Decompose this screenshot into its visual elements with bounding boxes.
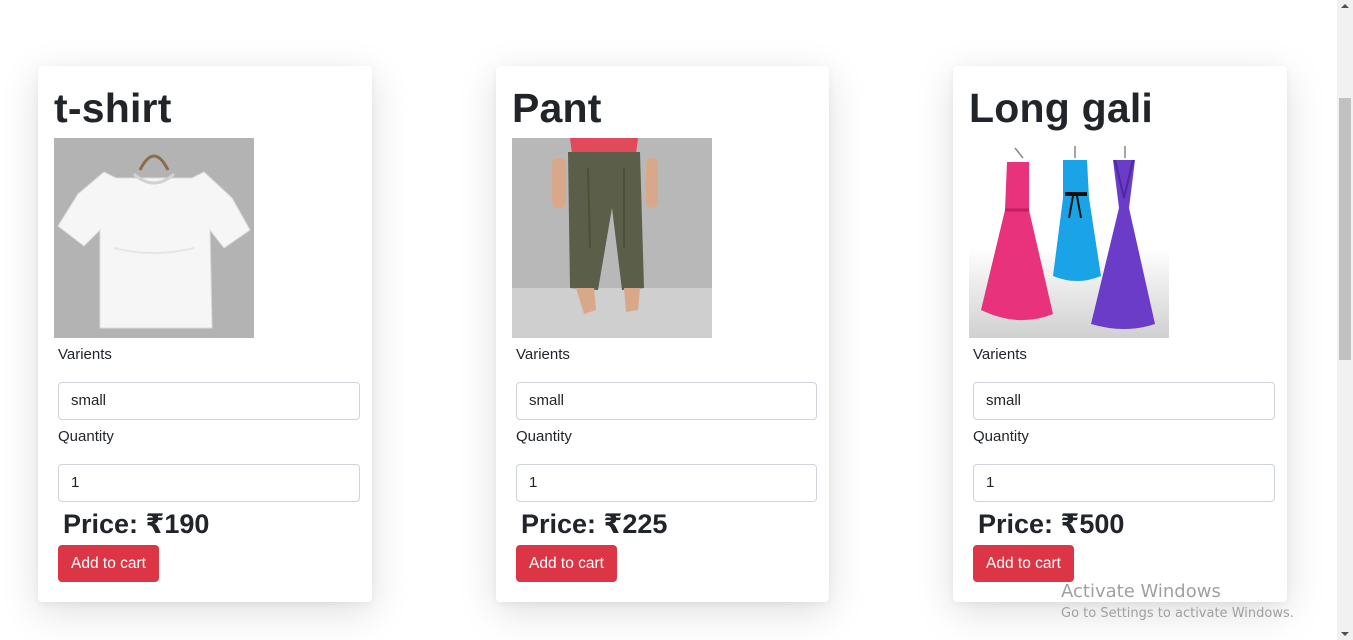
variant-select[interactable]: small bbox=[973, 382, 1275, 420]
quantity-select[interactable]: 1 bbox=[973, 464, 1275, 502]
product-card: t-shirt Varients small Quantity 1 Price:… bbox=[38, 66, 372, 602]
quantity-label: Quantity bbox=[516, 428, 572, 445]
variant-select[interactable]: small bbox=[516, 382, 817, 420]
product-image bbox=[54, 138, 254, 338]
add-to-cart-button[interactable]: Add to cart bbox=[58, 545, 159, 582]
variant-select[interactable]: small bbox=[58, 382, 360, 420]
watermark-title: Activate Windows bbox=[1061, 581, 1221, 602]
scroll-down-arrow-icon[interactable] bbox=[1341, 632, 1349, 636]
watermark-subtitle: Go to Settings to activate Windows. bbox=[1061, 606, 1294, 621]
product-card: Pant Varients small Quantity 1 Price: ₹2… bbox=[496, 66, 829, 602]
variants-label: Varients bbox=[58, 346, 112, 363]
product-image bbox=[969, 138, 1169, 338]
quantity-label: Quantity bbox=[58, 428, 114, 445]
product-title: Pant bbox=[512, 85, 602, 131]
product-price: Price: ₹190 bbox=[63, 509, 210, 539]
product-price: Price: ₹225 bbox=[521, 509, 668, 539]
product-price: Price: ₹500 bbox=[978, 509, 1125, 539]
scroll-up-arrow-icon[interactable] bbox=[1341, 4, 1349, 8]
variants-label: Varients bbox=[516, 346, 570, 363]
activation-watermark: Activate Windows Go to Settings to activ… bbox=[1061, 581, 1294, 624]
scrollbar-thumb[interactable] bbox=[1339, 98, 1351, 360]
quantity-select[interactable]: 1 bbox=[516, 464, 817, 502]
product-title: t-shirt bbox=[54, 85, 172, 131]
page-scrollbar[interactable] bbox=[1337, 0, 1353, 640]
product-image bbox=[512, 138, 712, 338]
quantity-label: Quantity bbox=[973, 428, 1029, 445]
add-to-cart-button[interactable]: Add to cart bbox=[973, 545, 1074, 582]
add-to-cart-button[interactable]: Add to cart bbox=[516, 545, 617, 582]
variants-label: Varients bbox=[973, 346, 1027, 363]
product-card: Long gali Varients small Quantity 1 Pric… bbox=[953, 66, 1287, 602]
product-title: Long gali bbox=[969, 85, 1153, 131]
quantity-select[interactable]: 1 bbox=[58, 464, 360, 502]
